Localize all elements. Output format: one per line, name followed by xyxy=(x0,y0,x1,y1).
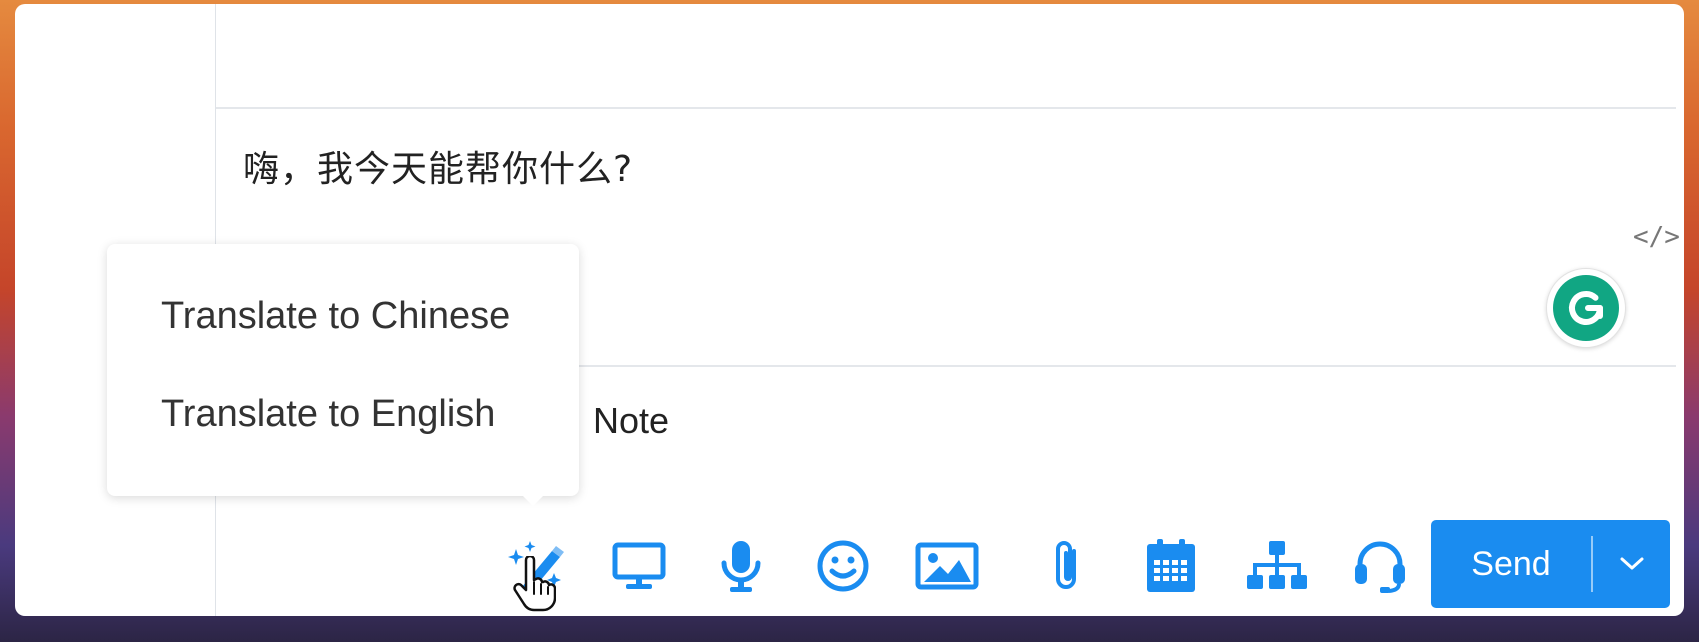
screen-share-icon[interactable] xyxy=(607,534,671,598)
headset-icon[interactable] xyxy=(1348,534,1412,598)
org-chart-icon[interactable] xyxy=(1245,534,1309,598)
private-note-tab[interactable]: Note xyxy=(593,400,669,442)
emoji-icon[interactable] xyxy=(811,534,875,598)
translate-menu-pointer xyxy=(521,494,545,506)
send-button[interactable]: Send xyxy=(1431,520,1670,608)
code-view-toggle-icon[interactable]: </> xyxy=(1633,222,1680,252)
header-divider xyxy=(216,107,1676,109)
microphone-icon[interactable] xyxy=(709,534,773,598)
grammarly-icon xyxy=(1553,275,1619,341)
image-icon[interactable] xyxy=(915,534,979,598)
translate-menu: Translate to Chinese Translate to Englis… xyxy=(107,244,579,496)
grammarly-button[interactable] xyxy=(1546,268,1626,348)
translate-to-chinese-item[interactable]: Translate to Chinese xyxy=(161,295,510,338)
translate-to-english-item[interactable]: Translate to English xyxy=(161,393,495,436)
chevron-down-icon[interactable] xyxy=(1593,520,1670,608)
send-button-label: Send xyxy=(1471,545,1551,583)
message-editor-text[interactable]: 嗨，我今天能帮你什么? xyxy=(243,140,633,192)
calendar-icon[interactable] xyxy=(1139,534,1203,598)
hand-cursor-icon xyxy=(512,554,557,617)
attachment-icon[interactable] xyxy=(1035,534,1099,598)
